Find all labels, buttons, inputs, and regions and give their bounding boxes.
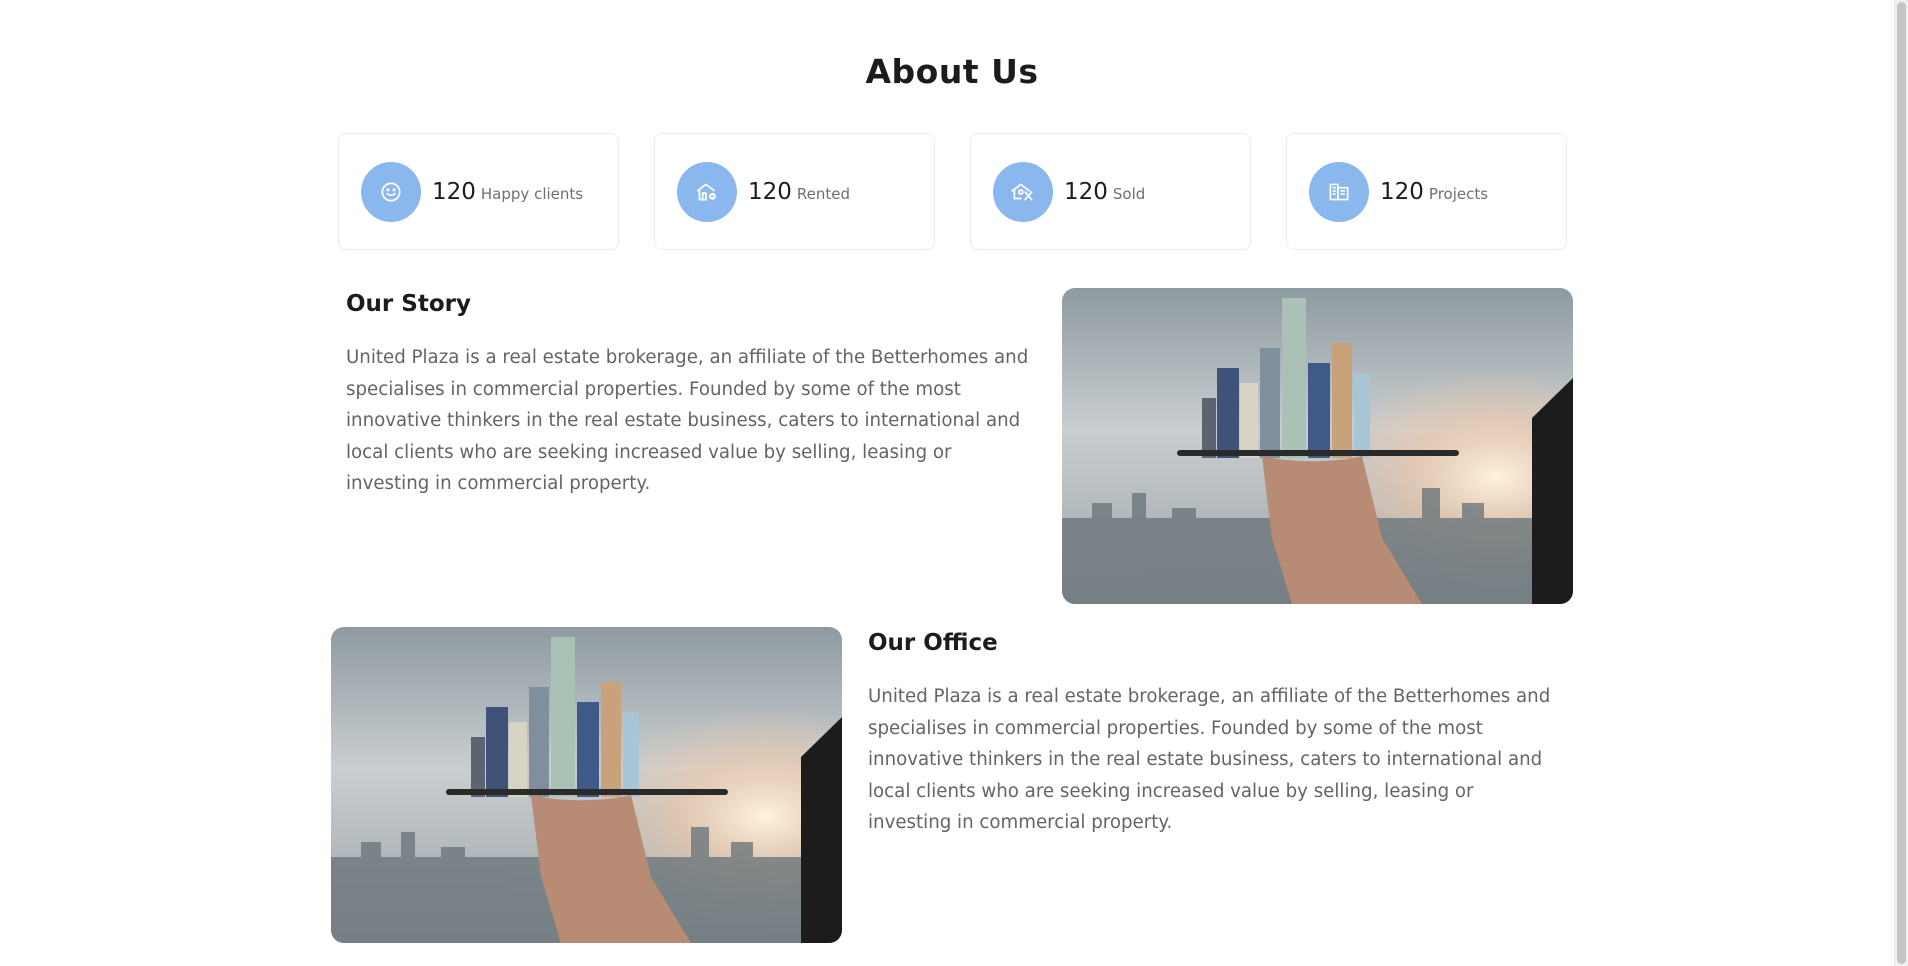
- stat-card-happy-clients: 120 Happy clients: [338, 133, 619, 250]
- buildings-icon: [1309, 161, 1369, 222]
- stat-number: 120: [1380, 178, 1424, 205]
- stat-label: Rented: [796, 184, 851, 203]
- scrollbar-track[interactable]: [1894, 0, 1908, 966]
- office-image: [331, 627, 842, 943]
- stat-number: 120: [748, 178, 792, 205]
- page-title: About Us: [865, 52, 1039, 91]
- scrollbar-thumb[interactable]: [1897, 2, 1906, 964]
- story-image: [1062, 288, 1573, 604]
- stat-label: Happy clients: [480, 184, 584, 203]
- stat-card-sold: 120 Sold: [970, 133, 1251, 250]
- office-body: United Plaza is a real estate brokerage,…: [868, 686, 1551, 834]
- story-heading: Our Story: [346, 291, 471, 317]
- smile-icon: [361, 161, 421, 222]
- stat-label: Projects: [1428, 184, 1489, 203]
- office-heading: Our Office: [868, 630, 998, 656]
- stat-card-projects: 120 Projects: [1286, 133, 1567, 250]
- stat-label: Sold: [1112, 184, 1146, 203]
- story-body: United Plaza is a real estate brokerage,…: [346, 347, 1029, 495]
- house-sold-icon: [993, 161, 1053, 222]
- stat-number: 120: [1064, 178, 1108, 205]
- stat-card-rented: 120 Rented: [654, 133, 935, 250]
- stat-number: 120: [432, 178, 476, 205]
- house-key-icon: [677, 161, 737, 222]
